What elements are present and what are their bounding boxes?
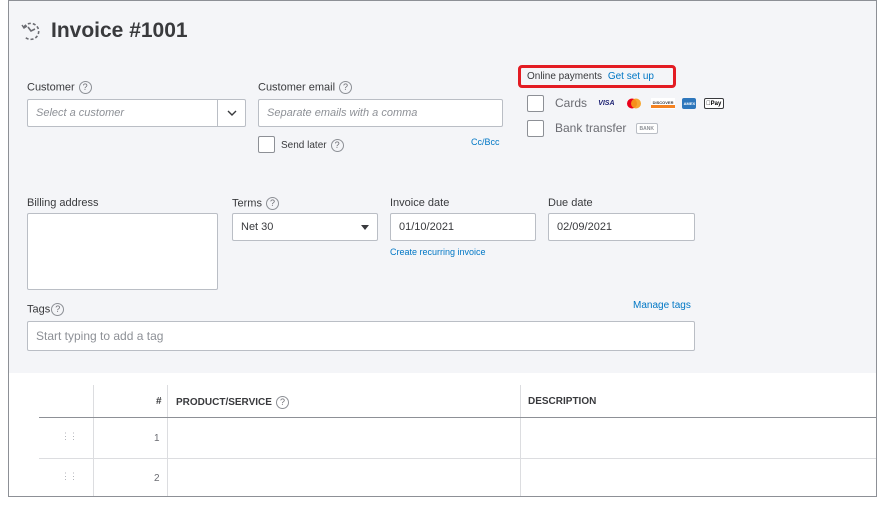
col-header-description: DESCRIPTION xyxy=(528,396,597,407)
send-later-checkbox[interactable] xyxy=(258,136,275,153)
terms-select[interactable]: Net 30 xyxy=(232,213,378,241)
customer-email-input[interactable]: Separate emails with a comma xyxy=(258,99,503,127)
bank-transfer-option: Bank transfer BANK xyxy=(555,121,658,135)
send-later-text: Send later xyxy=(281,140,327,152)
discover-icon: DISCOVER xyxy=(651,98,676,110)
tags-placeholder: Start typing to add a tag xyxy=(36,329,164,343)
apple-pay-text: Pay xyxy=(708,101,722,108)
invoice-window: Invoice #1001 Customer? Select a custome… xyxy=(8,0,877,497)
line-items-table: # PRODUCT/SERVICE? DESCRIPTION ⋮⋮ 1 ⋮⋮ 2 xyxy=(9,373,876,496)
send-later-label: Send later? xyxy=(281,139,344,152)
customer-email-label: Customer email? xyxy=(258,81,353,94)
get-set-up-link[interactable]: Get set up xyxy=(608,71,654,82)
col-divider-2 xyxy=(167,385,168,496)
online-payments-label-text: Online payments xyxy=(527,71,603,82)
customer-placeholder: Select a customer xyxy=(36,107,125,119)
due-date-input[interactable]: 02/09/2021 xyxy=(548,213,695,241)
customer-email-help-icon[interactable]: ? xyxy=(339,81,353,94)
invoice-date-label: Invoice date xyxy=(390,197,450,209)
terms-dropdown-icon[interactable] xyxy=(353,224,377,230)
cards-checkbox[interactable] xyxy=(527,95,544,112)
invoice-date-input[interactable]: 01/10/2021 xyxy=(390,213,536,241)
due-date-label: Due date xyxy=(548,197,593,209)
amex-icon: AMEX xyxy=(682,98,697,110)
drag-handle-icon[interactable]: ⋮⋮ xyxy=(61,431,78,442)
mastercard-icon xyxy=(624,98,644,109)
header-divider xyxy=(39,417,876,418)
tags-input[interactable]: Start typing to add a tag xyxy=(27,321,695,351)
amex-text: AMEX xyxy=(683,101,696,107)
page-title: Invoice #1001 xyxy=(51,19,188,42)
terms-value: Net 30 xyxy=(241,221,274,233)
tags-label-text: Tags xyxy=(27,303,51,316)
row-number: 2 xyxy=(154,473,160,484)
cards-option: Cards VISA DISCOVER AMEX Pay xyxy=(555,96,724,110)
create-recurring-invoice-link[interactable]: Create recurring invoice xyxy=(390,247,486,257)
bank-transfer-label: Bank transfer xyxy=(555,121,627,135)
billing-address-textarea[interactable] xyxy=(27,213,218,290)
col-divider-3 xyxy=(520,385,521,496)
customer-label-text: Customer xyxy=(27,81,75,94)
product-header-text: PRODUCT/SERVICE xyxy=(176,397,272,409)
customer-email-placeholder: Separate emails with a comma xyxy=(267,107,418,119)
customer-email-label-text: Customer email xyxy=(258,81,336,94)
customer-label: Customer? xyxy=(27,81,92,94)
chevron-down-icon[interactable] xyxy=(217,100,245,126)
terms-label: Terms? xyxy=(232,197,279,210)
bank-icon: BANK xyxy=(635,123,658,135)
apple-pay-icon: Pay xyxy=(703,98,724,110)
recurring-history-icon[interactable] xyxy=(19,19,43,43)
cards-label: Cards xyxy=(555,96,588,110)
discover-text: DISCOVER xyxy=(652,100,674,106)
row-divider xyxy=(39,458,876,459)
product-help-icon[interactable]: ? xyxy=(275,396,289,409)
tags-help-icon[interactable]: ? xyxy=(51,303,65,316)
send-later-help-icon[interactable]: ? xyxy=(330,139,344,152)
online-payments-label: Online payments Get set up xyxy=(527,71,654,82)
col-header-product: PRODUCT/SERVICE? xyxy=(176,396,289,409)
bank-transfer-checkbox[interactable] xyxy=(527,120,544,137)
tags-label: Tags? xyxy=(27,303,65,316)
customer-select[interactable]: Select a customer xyxy=(27,99,246,127)
col-header-number: # xyxy=(156,396,162,407)
visa-icon: VISA xyxy=(598,100,615,108)
manage-tags-link[interactable]: Manage tags xyxy=(633,300,691,311)
terms-label-text: Terms xyxy=(232,197,262,210)
billing-address-label: Billing address xyxy=(27,197,99,209)
terms-help-icon[interactable]: ? xyxy=(265,197,279,210)
drag-handle-icon[interactable]: ⋮⋮ xyxy=(61,471,78,482)
customer-help-icon[interactable]: ? xyxy=(78,81,92,94)
col-divider-1 xyxy=(93,385,94,496)
row-number: 1 xyxy=(154,433,160,444)
cc-bcc-link[interactable]: Cc/Bcc xyxy=(471,137,500,147)
